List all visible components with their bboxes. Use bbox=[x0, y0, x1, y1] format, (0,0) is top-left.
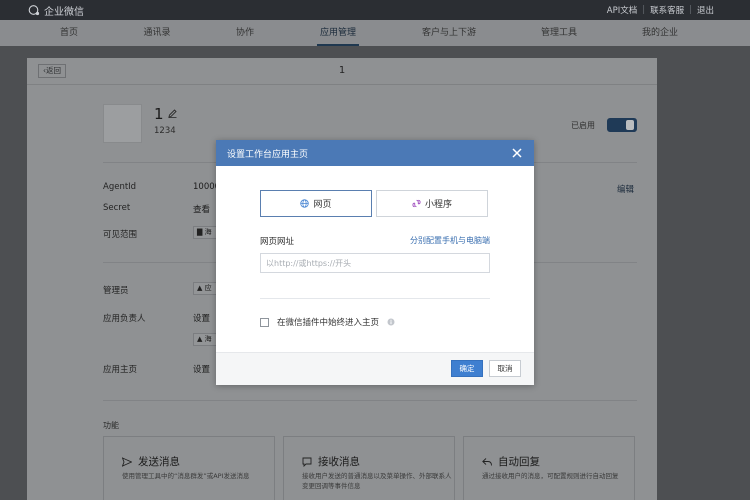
homepage-setup-link[interactable]: 设置 bbox=[193, 363, 210, 375]
send-message-card[interactable]: 发送消息 使用管理工具中的“消息群发”或API发送消息 bbox=[103, 436, 275, 500]
homepage-label: 应用主页 bbox=[103, 365, 138, 375]
functions-label: 功能 bbox=[103, 421, 119, 430]
separate-config-link[interactable]: 分别配置手机与电脑端 bbox=[410, 235, 490, 246]
enable-toggle[interactable] bbox=[607, 118, 637, 132]
always-enter-homepage-checkbox[interactable] bbox=[260, 317, 269, 327]
message-icon bbox=[302, 457, 312, 467]
nav-contacts[interactable]: 通讯录 bbox=[143, 20, 170, 46]
card-title: 自动回复 bbox=[482, 454, 540, 469]
brand-name: 企业微信 bbox=[44, 6, 84, 18]
nav-my-company[interactable]: 我的企业 bbox=[642, 20, 678, 46]
url-field-label: 网页网址 bbox=[260, 237, 295, 247]
visible-range-label: 可见范围 bbox=[103, 230, 138, 240]
close-icon[interactable] bbox=[511, 147, 523, 159]
nav-admin-tools[interactable]: 管理工具 bbox=[541, 20, 577, 46]
toggle-knob bbox=[626, 120, 634, 130]
nav-app-management[interactable]: 应用管理 bbox=[316, 20, 360, 46]
dialog-divider bbox=[260, 298, 490, 299]
checkbox-label[interactable]: 在微信插件中始终进入主页 bbox=[277, 316, 379, 328]
admin-label: 管理员 bbox=[103, 286, 129, 296]
page-title: 1 bbox=[338, 65, 346, 76]
send-icon bbox=[122, 456, 132, 467]
card-title-text: 自动回复 bbox=[498, 456, 540, 468]
chip-text: 海 bbox=[204, 335, 212, 343]
enabled-status-label: 已启用 bbox=[571, 121, 595, 130]
api-docs-link[interactable]: API文档 bbox=[607, 4, 637, 16]
card-header: ‹返回 1 bbox=[27, 58, 657, 85]
dialog-title: 设置工作台应用主页 bbox=[227, 150, 309, 160]
mini-program-icon bbox=[412, 199, 421, 208]
secret-view-link[interactable]: 查看 bbox=[193, 203, 210, 215]
chip-text: 应 bbox=[204, 284, 212, 292]
logout-link[interactable]: 退出 bbox=[697, 4, 714, 16]
card-title-text: 接收消息 bbox=[318, 456, 360, 468]
card-title: 发送消息 bbox=[122, 454, 180, 469]
contact-support-link[interactable]: 联系客服 bbox=[650, 4, 684, 16]
url-input[interactable] bbox=[260, 253, 490, 273]
nav-customers[interactable]: 客户与上下游 bbox=[422, 20, 476, 46]
dialog-header: 设置工作台应用主页 bbox=[216, 140, 534, 166]
agentid-label: AgentId bbox=[103, 182, 137, 192]
app-avatar[interactable] bbox=[103, 104, 142, 143]
tab-mini-program[interactable]: 小程序 bbox=[376, 190, 488, 217]
section-divider bbox=[103, 400, 637, 401]
info-icon[interactable] bbox=[387, 318, 395, 326]
always-enter-homepage-option: 在微信插件中始终进入主页 bbox=[260, 316, 395, 328]
owner-label: 应用负责人 bbox=[103, 314, 146, 324]
chip-text: 海 bbox=[204, 228, 212, 236]
auto-reply-card[interactable]: 自动回复 通过接收用户的消息，可配置规则进行自动回复 bbox=[463, 436, 635, 500]
main-nav: 首页 通讯录 协作 应用管理 客户与上下游 管理工具 我的企业 bbox=[0, 20, 750, 46]
reply-icon bbox=[482, 457, 492, 466]
top-links: API文档 | 联系客服 | 退出 bbox=[607, 4, 714, 16]
card-title-text: 发送消息 bbox=[138, 456, 180, 468]
app-name: 1 bbox=[154, 105, 164, 123]
tab-webpage[interactable]: 网页 bbox=[260, 190, 372, 217]
tab-label: 网页 bbox=[313, 200, 332, 210]
app-description: 1234 bbox=[154, 126, 176, 136]
globe-icon bbox=[300, 199, 310, 208]
card-description: 通过接收用户的消息，可配置规则进行自动回复 bbox=[482, 472, 619, 480]
homepage-settings-dialog: 设置工作台应用主页 网页 小程序 网页网址 分别配置手机与电脑端 在微信插件中始… bbox=[216, 140, 534, 385]
top-bar: 企业微信 API文档 | 联系客服 | 退出 bbox=[0, 0, 750, 20]
cancel-button[interactable]: 取消 bbox=[489, 360, 521, 377]
card-description: 使用管理工具中的“消息群发”或API发送消息 bbox=[122, 472, 250, 480]
receive-message-card[interactable]: 接收消息 接收用户发送的普通消息以及菜单操作、外部联系人变更回调等事件信息 bbox=[283, 436, 455, 500]
card-title: 接收消息 bbox=[302, 454, 360, 469]
link-separator: | bbox=[642, 5, 646, 15]
edit-link[interactable]: 编辑 bbox=[617, 183, 634, 195]
link-separator: | bbox=[689, 5, 692, 15]
dialog-footer: 确定 取消 bbox=[216, 352, 534, 385]
tab-label: 小程序 bbox=[424, 200, 452, 210]
owner-setup-link[interactable]: 设置 bbox=[193, 312, 210, 324]
nav-collaboration[interactable]: 协作 bbox=[236, 20, 254, 46]
pencil-icon[interactable] bbox=[168, 109, 177, 118]
brand-logo[interactable]: 企业微信 bbox=[28, 3, 84, 18]
secret-label: Secret bbox=[103, 203, 131, 213]
nav-home[interactable]: 首页 bbox=[60, 20, 78, 46]
card-description: 接收用户发送的普通消息以及菜单操作、外部联系人变更回调等事件信息 bbox=[302, 472, 452, 490]
wecom-logo-icon bbox=[28, 4, 40, 15]
confirm-button[interactable]: 确定 bbox=[451, 360, 483, 377]
